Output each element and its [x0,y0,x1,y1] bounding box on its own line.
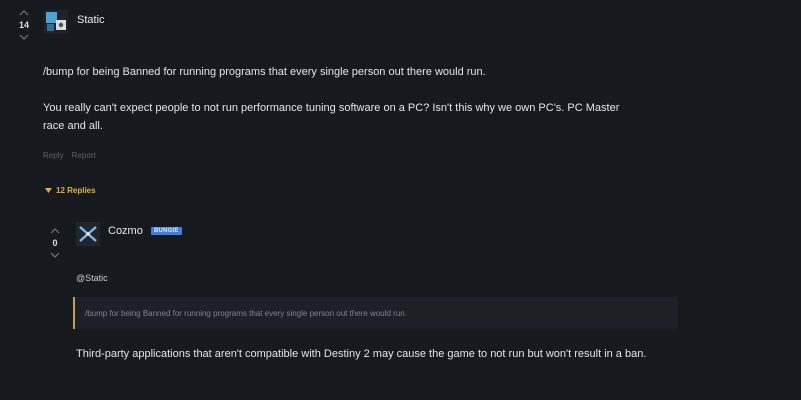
post-vote-column: 14 [16,8,32,42]
post-paragraph-2: You really can't expect people to not ru… [43,102,620,132]
post-username[interactable]: Static [77,14,105,26]
downvote-icon[interactable] [16,32,32,42]
reply-vote-column: 0 [47,226,63,260]
upvote-icon[interactable] [16,8,32,18]
report-link[interactable]: Report [72,151,96,160]
reply-link[interactable]: Reply [43,151,63,160]
replies-count-label: 12 Replies [56,186,96,195]
caret-down-icon [45,187,52,193]
reply-body: Third-party applications that aren't com… [76,348,647,360]
downvote-icon[interactable] [47,250,63,260]
post-paragraph-1: /bump for being Banned for running progr… [43,66,486,78]
upvote-icon[interactable] [47,226,63,236]
bungie-x-avatar-icon[interactable] [76,222,100,246]
post-vote-count: 14 [18,20,29,30]
post-actions: Reply Report [43,151,102,160]
reply-username[interactable]: Cozmo [108,225,143,237]
reply-vote-count: 0 [52,238,58,248]
quoted-text: /bump for being Banned for running progr… [85,308,407,318]
bungie-badge: BUNGIE [151,227,182,235]
gear-cube-avatar-icon[interactable] [44,10,68,34]
replies-toggle[interactable]: 12 Replies [45,186,96,195]
forum-thread: 14 Static /bump for being Banned for run… [0,0,801,400]
quoted-text-block: /bump for being Banned for running progr… [73,297,678,329]
reply-mention[interactable]: @Static [76,273,108,283]
